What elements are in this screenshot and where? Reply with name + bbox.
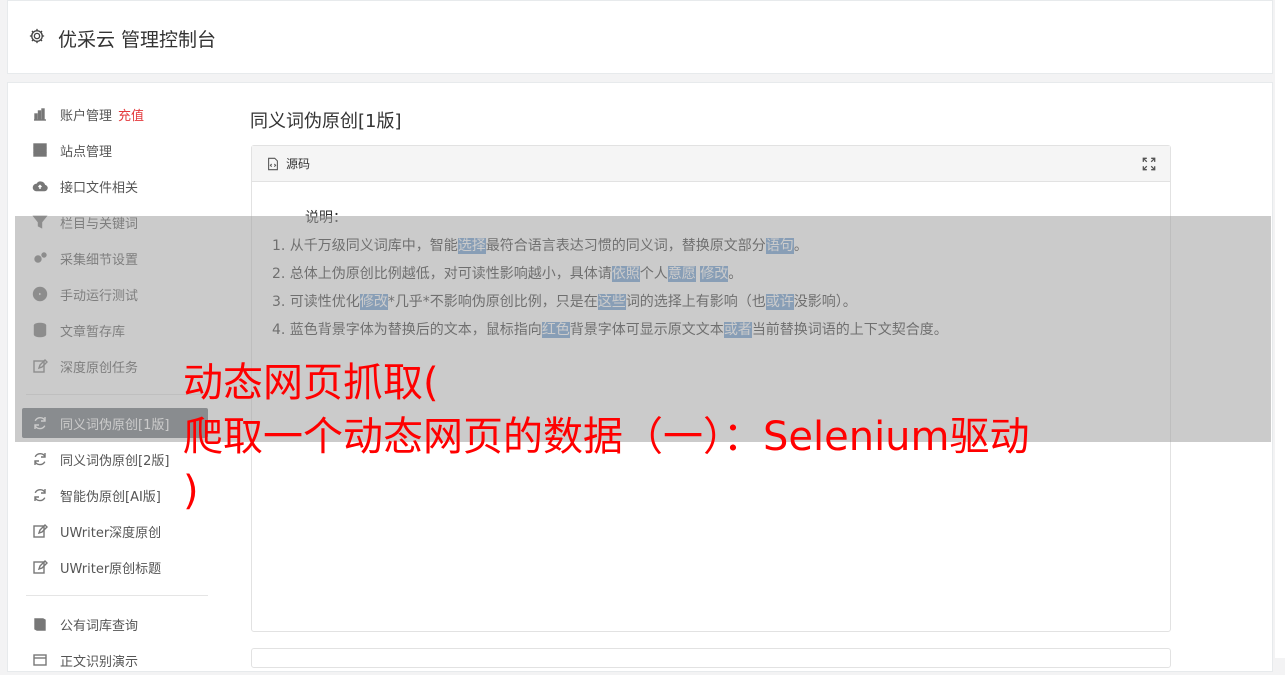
- sidebar-item[interactable]: 正文识别演示: [22, 645, 208, 675]
- sidebar-item-label: 接口文件相关: [60, 180, 139, 196]
- sidebar-item-label: 智能伪原创[AI版]: [60, 489, 161, 505]
- sidebar-item[interactable]: 公有词库查询: [22, 609, 208, 639]
- sidebar-item-label: 站点管理: [60, 144, 113, 160]
- bar-chart-icon: [32, 106, 48, 122]
- book-icon: [32, 616, 48, 632]
- sidebar-item-label: 同义词伪原创[2版]: [60, 453, 170, 469]
- second-panel: [251, 648, 1171, 668]
- app-title: 优采云 管理控制台: [58, 29, 217, 51]
- gear-icon: [29, 28, 45, 44]
- sidebar-item-label: 正文识别演示: [60, 654, 139, 670]
- edit-icon: [32, 523, 48, 539]
- server-icon: [32, 142, 48, 158]
- overlay-line-1: 动态网页抓取(: [183, 360, 439, 406]
- cloud-upload-icon: [32, 178, 48, 194]
- window-icon: [32, 652, 48, 668]
- sidebar-item[interactable]: 接口文件相关: [22, 171, 208, 201]
- sidebar-item[interactable]: 智能伪原创[AI版]: [22, 480, 208, 510]
- sidebar-item-label: UWriter原创标题: [60, 561, 162, 577]
- panel-label: 源码: [286, 157, 311, 171]
- sidebar-item-label: 公有词库查询: [60, 618, 139, 634]
- sidebar-item[interactable]: UWriter原创标题: [22, 552, 208, 582]
- sidebar-item[interactable]: 站点管理: [22, 135, 208, 165]
- sidebar-divider: [26, 595, 208, 596]
- refresh-icon: [32, 451, 48, 467]
- sidebar-item[interactable]: 账户管理 充值: [22, 99, 208, 129]
- code-file-icon: [268, 157, 278, 170]
- panel-header: 源码: [252, 146, 1170, 182]
- expand-icon[interactable]: [1142, 157, 1156, 171]
- refresh-icon: [32, 487, 48, 503]
- header-bar: 优采云 管理控制台: [7, 0, 1273, 74]
- page-title: 同义词伪原创[1版]: [250, 111, 402, 132]
- sidebar-item-label: UWriter深度原创: [60, 525, 162, 541]
- overlay-line-3: ): [183, 468, 199, 514]
- recharge-link[interactable]: 充值: [118, 105, 144, 124]
- edit-icon: [32, 559, 48, 575]
- sidebar-item[interactable]: 同义词伪原创[2版]: [22, 444, 208, 474]
- overlay-caption: 动态网页抓取( 爬取一个动态网页的数据（一）：Selenium驱动 ): [183, 356, 1030, 518]
- sidebar-item[interactable]: UWriter深度原创: [22, 516, 208, 546]
- scrollbar[interactable]: [1275, 0, 1285, 658]
- sidebar-item-label: 账户管理: [60, 108, 113, 124]
- overlay-line-2: 爬取一个动态网页的数据（一）：Selenium驱动: [183, 414, 1030, 460]
